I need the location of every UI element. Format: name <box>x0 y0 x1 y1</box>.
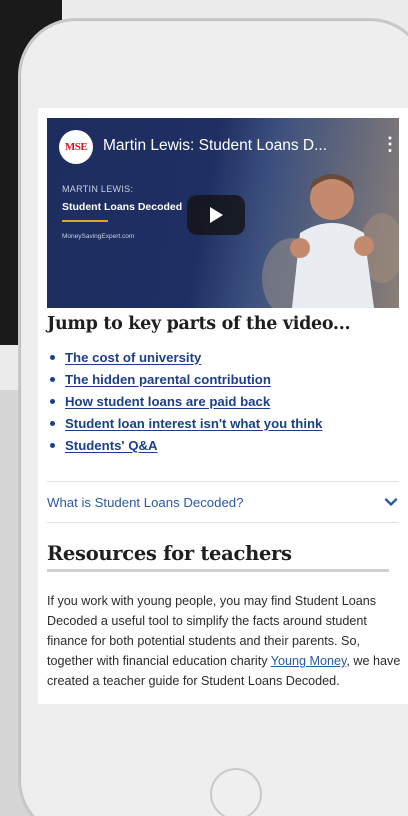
resources-heading: Resources for teachers <box>47 542 292 565</box>
jump-link-students-qa[interactable]: Students' Q&A <box>65 438 158 453</box>
jump-link-cost-of-university[interactable]: The cost of university <box>65 350 201 365</box>
jump-heading: Jump to key parts of the video... <box>47 314 351 334</box>
bullet-icon <box>50 354 55 360</box>
list-item: Student loan interest isn't what you thi… <box>47 412 322 434</box>
list-item: How student loans are paid back <box>47 390 322 412</box>
bullet-icon <box>50 442 55 448</box>
resources-paragraph: If you work with young people, you may f… <box>47 591 402 691</box>
bullet-icon <box>50 376 55 382</box>
more-options-icon[interactable]: ⋮ <box>381 134 399 155</box>
list-item: Students' Q&A <box>47 434 322 456</box>
heading-divider <box>47 569 389 572</box>
presenter-image <box>262 174 399 308</box>
jump-link-loans-paid-back[interactable]: How student loans are paid back <box>65 394 270 409</box>
bullet-icon <box>50 398 55 404</box>
jump-link-loan-interest[interactable]: Student loan interest isn't what you thi… <box>65 416 322 431</box>
phone-screen: MSE Martin Lewis: Student Loans D... ⋮ M… <box>38 108 408 704</box>
play-icon <box>210 207 223 223</box>
bullet-icon <box>50 420 55 426</box>
accordion-label: What is Student Loans Decoded? <box>47 494 244 510</box>
list-item: The cost of university <box>47 346 322 368</box>
play-button[interactable] <box>187 195 245 235</box>
jump-link-list: The cost of university The hidden parent… <box>47 346 322 456</box>
jump-link-hidden-parental-contribution[interactable]: The hidden parental contribution <box>65 372 271 387</box>
young-money-link[interactable]: Young Money <box>271 654 347 668</box>
video-overlay-title: Student Loans Decoded <box>62 201 183 213</box>
video-overlay-label: MARTIN LEWIS: <box>62 184 134 194</box>
video-overlay-site: MoneySavingExpert.com <box>62 233 135 240</box>
accordion-what-is-student-loans-decoded[interactable]: What is Student Loans Decoded? <box>47 481 399 523</box>
home-button[interactable] <box>210 768 262 816</box>
video-player[interactable]: MSE Martin Lewis: Student Loans D... ⋮ M… <box>47 118 399 308</box>
overlay-accent-rule <box>62 220 108 222</box>
mse-logo: MSE <box>59 130 93 164</box>
mse-logo-text: MSE <box>64 141 88 153</box>
list-item: The hidden parental contribution <box>47 368 322 390</box>
chevron-down-icon <box>384 498 398 506</box>
video-title[interactable]: Martin Lewis: Student Loans D... <box>103 137 343 155</box>
